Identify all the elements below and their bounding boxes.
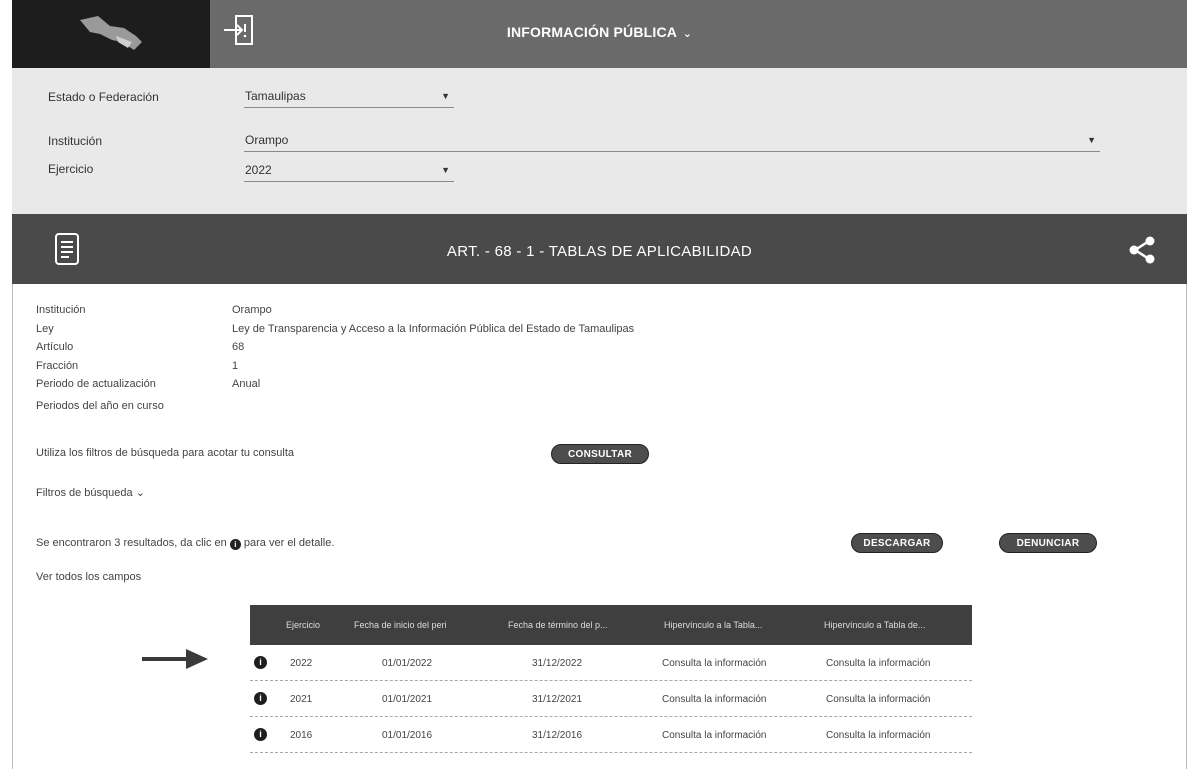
estado-select[interactable]: Tamaulipas ▼ <box>244 86 454 108</box>
cell-inicio: 01/01/2022 <box>382 658 433 669</box>
detail-label: Ley <box>36 323 54 335</box>
caret-down-icon: ▼ <box>441 165 450 175</box>
table-header: Ejercicio Fecha de inicio del peri Fecha… <box>250 605 972 645</box>
detail-label: Periodo de actualización <box>36 378 156 390</box>
ejercicio-label: Ejercicio <box>48 162 94 176</box>
cell-ejercicio: 2021 <box>290 694 313 705</box>
detail-value: 1 <box>232 360 239 372</box>
cell-hipervinculo[interactable]: Consulta la información <box>662 658 767 669</box>
ver-campos-link[interactable]: Ver todos los campos <box>36 571 141 583</box>
institucion-value: Orampo <box>245 133 289 147</box>
results-text-before: Se encontraron 3 resultados, da clic en <box>36 537 227 549</box>
column-header[interactable]: Fecha de término del p... <box>508 620 608 630</box>
cell-termino: 31/12/2021 <box>532 694 583 705</box>
info-icon: i <box>229 539 241 550</box>
filters-panel: Estado o Federación Tamaulipas ▼ Institu… <box>12 68 1187 214</box>
cell-hipervinculo[interactable]: Consulta la información <box>662 730 767 741</box>
table-row: i 2021 01/01/2021 31/12/2021 Consulta la… <box>250 681 972 717</box>
descargar-button[interactable]: DESCARGAR <box>851 533 943 553</box>
portal-menu-title[interactable]: INFORMACIÓN PÚBLICA ⌄ <box>12 24 1187 40</box>
detail-label: Artículo <box>36 341 74 353</box>
consultar-button[interactable]: CONSULTAR <box>551 444 649 464</box>
section-title: ART. - 68 - 1 - TABLAS DE APLICABILIDAD <box>446 243 753 260</box>
portal-title-text: INFORMACIÓN PÚBLICA <box>506 24 677 40</box>
filtros-toggle[interactable]: Filtros de búsqueda ⌄ <box>36 486 145 499</box>
table-row: i 2016 01/01/2016 31/12/2016 Consulta la… <box>250 717 972 753</box>
detail-value: Anual <box>232 378 261 390</box>
estado-value: Tamaulipas <box>245 89 306 103</box>
filtros-label: Filtros de búsqueda <box>36 487 133 499</box>
institucion-select[interactable]: Orampo ▼ <box>244 130 1100 152</box>
cell-inicio: 01/01/2021 <box>382 694 433 705</box>
institucion-label: Institución <box>48 134 103 148</box>
cell-inicio: 01/01/2016 <box>382 730 433 741</box>
column-header[interactable]: Fecha de inicio del peri <box>354 620 447 630</box>
cell-termino: 31/12/2022 <box>532 658 583 669</box>
cell-hipervinculo[interactable]: Consulta la información <box>826 694 931 705</box>
caret-down-icon: ▼ <box>441 91 450 101</box>
detail-value: 68 <box>232 341 245 353</box>
detail-label: Fracción <box>36 360 79 372</box>
cell-hipervinculo[interactable]: Consulta la información <box>826 658 931 669</box>
info-icon[interactable]: i <box>254 656 267 669</box>
estado-label: Estado o Federación <box>48 90 159 104</box>
help-text: Utiliza los filtros de búsqueda para aco… <box>36 447 295 459</box>
caret-down-icon: ▼ <box>1087 135 1096 145</box>
arrow-right-icon <box>142 649 208 669</box>
ejercicio-value: 2022 <box>245 163 272 177</box>
column-header[interactable]: Hipervínculo a Tabla de... <box>824 620 925 630</box>
detail-value: Orampo <box>232 304 272 316</box>
cell-ejercicio: 2016 <box>290 730 313 741</box>
top-bar: INFORMACIÓN PÚBLICA ⌄ <box>12 0 1187 68</box>
cell-termino: 31/12/2016 <box>532 730 583 741</box>
detail-label: Institución <box>36 304 86 316</box>
results-text-after: para ver el detalle. <box>243 537 335 549</box>
results-table: Ejercicio Fecha de inicio del peri Fecha… <box>250 605 972 753</box>
info-icon[interactable]: i <box>254 692 267 705</box>
share-icon[interactable] <box>1129 236 1155 264</box>
period-note: Periodos del año en curso <box>36 400 164 412</box>
cell-hipervinculo[interactable]: Consulta la información <box>662 694 767 705</box>
chevron-down-icon: ⌄ <box>682 28 693 40</box>
ejercicio-select[interactable]: 2022 ▼ <box>244 160 454 182</box>
cell-ejercicio: 2022 <box>290 658 313 669</box>
cell-hipervinculo[interactable]: Consulta la información <box>826 730 931 741</box>
detail-value: Ley de Transparencia y Acceso a la Infor… <box>232 323 635 335</box>
chevron-down-icon: ⌄ <box>135 487 145 499</box>
table-row: i 2022 01/01/2022 31/12/2022 Consulta la… <box>250 645 972 681</box>
column-header[interactable]: Hipervínculo a la Tabla... <box>664 620 762 630</box>
column-header[interactable]: Ejercicio <box>286 620 320 630</box>
section-header: ART. - 68 - 1 - TABLAS DE APLICABILIDAD <box>12 214 1187 284</box>
info-icon[interactable]: i <box>254 728 267 741</box>
denunciar-button[interactable]: DENUNCIAR <box>999 533 1097 553</box>
results-text: Se encontraron 3 resultados, da clic en … <box>36 537 334 550</box>
